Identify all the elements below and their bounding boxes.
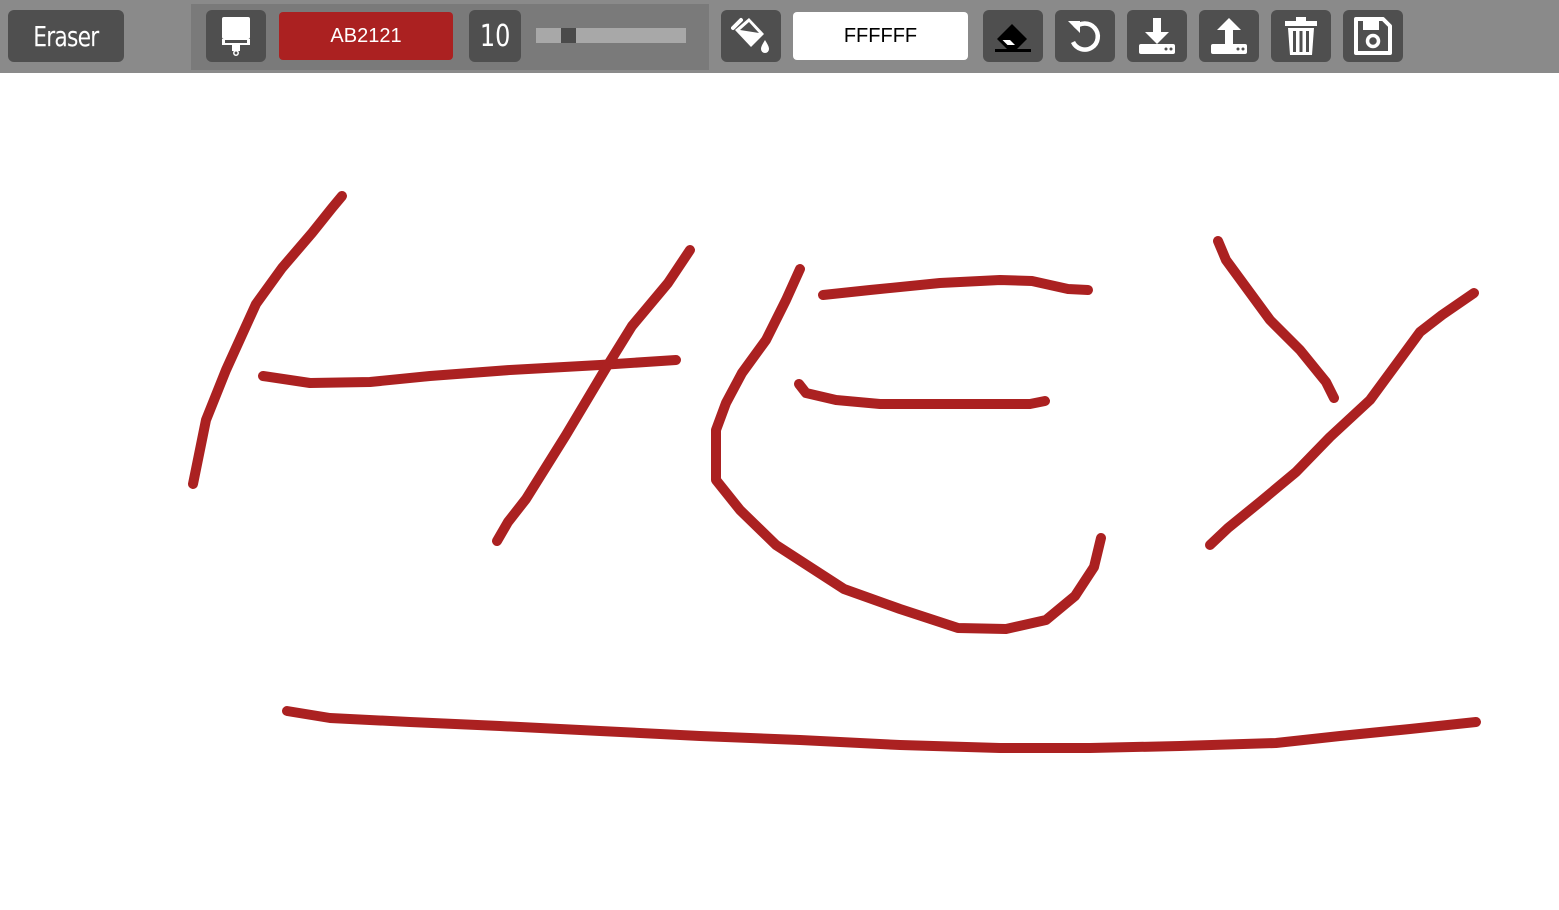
brush-size-display[interactable]: 10 [469, 10, 521, 62]
toolbar: Eraser AB2121 10 FFFFFF [0, 0, 1559, 73]
brush-color-picker[interactable]: AB2121 [279, 12, 453, 60]
download-button[interactable] [1127, 10, 1187, 62]
brush-button[interactable] [206, 10, 266, 62]
fill-bucket-icon [731, 16, 771, 56]
stroke-h-right [492, 245, 695, 546]
mode-label: Eraser [33, 19, 99, 53]
stroke-e-middle [794, 379, 1050, 409]
fill-button[interactable] [721, 10, 781, 62]
clear-button[interactable] [1271, 10, 1331, 62]
brush-size-value: 10 [479, 18, 511, 54]
upload-icon [1209, 16, 1249, 56]
stroke-h-left [188, 191, 347, 489]
brush-size-slider[interactable] [536, 28, 686, 43]
save-button[interactable] [1343, 10, 1403, 62]
stroke-underline [282, 706, 1481, 753]
brush-color-label: AB2121 [330, 24, 402, 47]
upload-button[interactable] [1199, 10, 1259, 62]
drawing-canvas[interactable] [0, 73, 1559, 905]
eraser-button[interactable] [983, 10, 1043, 62]
undo-button[interactable] [1055, 10, 1115, 62]
save-icon [1354, 17, 1392, 55]
fill-color-picker[interactable]: FFFFFF [793, 12, 968, 60]
canvas-drawing [188, 191, 1481, 753]
stroke-e-top [818, 275, 1093, 300]
fill-color-label: FFFFFF [843, 24, 918, 47]
stroke-y-left [1213, 236, 1339, 403]
trash-icon [1284, 16, 1318, 56]
eraser-icon [993, 19, 1033, 53]
stroke-y-right [1205, 288, 1479, 550]
stroke-e-curve [711, 264, 1106, 634]
undo-icon [1065, 16, 1105, 56]
brush-size-slider-thumb[interactable] [561, 28, 576, 43]
mode-toggle-button[interactable]: Eraser [8, 10, 124, 62]
paint-brush-icon [221, 16, 251, 56]
download-icon [1137, 16, 1177, 56]
